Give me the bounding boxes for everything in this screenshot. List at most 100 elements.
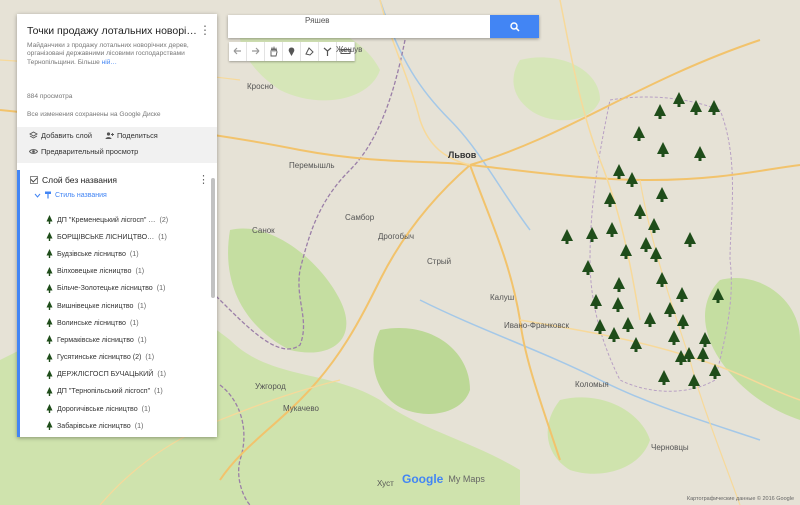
redo-button[interactable]	[247, 42, 265, 61]
google-my-maps-logo: Google My Maps	[402, 472, 485, 486]
layer-style-label: Стиль названия	[55, 191, 107, 199]
list-item[interactable]: Вілховецьке лісництво (1)	[46, 263, 216, 280]
list-item-label: Дорогичівське лісництво	[57, 404, 138, 413]
list-item[interactable]: ДП "Тернопільський лісгосп" (1)	[46, 383, 216, 400]
list-item[interactable]: Дорогичівське лісництво (1)	[46, 400, 216, 417]
city-label: Дрогобыч	[378, 232, 415, 241]
add-layer-label: Добавить слой	[41, 131, 93, 140]
share-person-icon	[105, 132, 114, 139]
list-item-label: ДЕРЖЛІСГОСП БУЧАЦЬКИЙ	[57, 370, 154, 379]
city-label: Санок	[252, 226, 275, 235]
layer-style-button[interactable]: Стиль названия	[34, 191, 107, 199]
more-options-icon[interactable]: ⋮	[199, 24, 211, 36]
directions-icon	[323, 47, 332, 56]
eye-icon	[29, 149, 38, 154]
layer-name[interactable]: Слой без названия	[42, 175, 117, 185]
tree-icon	[46, 404, 53, 414]
city-label: Ряшев	[305, 16, 330, 25]
list-item-count: (1)	[157, 370, 167, 379]
list-item[interactable]: Гусятинське лісництво (2) (1)	[46, 349, 216, 366]
list-item-count: (1)	[158, 232, 167, 241]
list-item-count: (2)	[159, 215, 169, 224]
list-item-label: БОРЩІВСЬКЕ ЛІСНИЦТВО…	[57, 232, 155, 241]
hand-icon	[270, 46, 278, 57]
draw-line-button[interactable]	[301, 42, 319, 61]
map-description: Майданчики з продажу лотальних новорічни…	[27, 42, 202, 67]
list-item-label: Більче-Золотецьке лісництво	[57, 284, 153, 293]
list-item[interactable]: Будзівське лісництво (1)	[46, 245, 216, 262]
chevron-down-icon	[34, 193, 41, 198]
share-label: Поделиться	[117, 131, 158, 140]
add-layer-button[interactable]: Добавить слой	[29, 131, 92, 140]
tree-icon	[46, 249, 53, 259]
list-item-count: (1)	[129, 318, 139, 327]
add-marker-button[interactable]	[283, 42, 301, 61]
list-item-count: (1)	[145, 353, 155, 362]
list-item-label: ДП "Кременецький лісгосп" …	[57, 215, 156, 224]
list-item[interactable]: Забарівське лісництво (1)	[46, 417, 216, 434]
tree-icon	[46, 369, 53, 379]
share-button[interactable]: Поделиться	[105, 131, 158, 140]
list-item-label: ДП "Тернопільський лісгосп"	[57, 387, 151, 396]
list-item-count: (1)	[129, 249, 139, 258]
directions-button[interactable]	[319, 42, 337, 61]
search-input[interactable]	[228, 15, 490, 38]
pan-button[interactable]	[265, 42, 283, 61]
city-label: Кросно	[247, 82, 274, 91]
tree-icon	[46, 215, 53, 225]
list-item-label: Будзівське лісництво	[57, 249, 126, 258]
city-label: Перемышль	[289, 161, 335, 170]
redo-icon	[252, 47, 260, 55]
layer-header[interactable]: Слой без названия	[30, 175, 117, 185]
layer-options-icon[interactable]: ⋮	[198, 173, 209, 186]
polygon-icon	[305, 47, 314, 56]
search-box	[228, 15, 539, 38]
preview-button[interactable]: Предварительный просмотр	[29, 147, 138, 156]
marker-icon	[288, 47, 295, 56]
city-label: Самбор	[345, 213, 375, 222]
list-item[interactable]: Гермаківське лісництво (1)	[46, 331, 216, 348]
list-item-label: Вишнівецьке лісництво	[57, 301, 134, 310]
list-item[interactable]: ДП "Кременецький лісгосп" … (2)	[46, 211, 216, 228]
tree-icon	[46, 266, 53, 276]
list-item-label: Гусятинське лісництво (2)	[57, 353, 142, 362]
logo-google: Google	[402, 472, 444, 486]
list-item[interactable]: ДЕРЖЛІСГОСП БУЧАЦЬКИЙ (1)	[46, 366, 216, 383]
city-label: Калуш	[490, 293, 515, 302]
paint-roller-icon	[45, 191, 51, 199]
tree-icon	[46, 335, 53, 345]
layer-section: Слой без названия ⋮ Стиль названия ДП "К…	[17, 170, 217, 437]
map-copyright: Картографические данные © 2016 Google	[686, 496, 794, 502]
list-item-count: (1)	[134, 421, 144, 430]
preview-label: Предварительный просмотр	[41, 147, 139, 156]
city-label: Стрый	[427, 257, 452, 266]
undo-button[interactable]	[229, 42, 247, 61]
search-button[interactable]	[490, 15, 539, 38]
list-item[interactable]: Заповецьке лісництво(1)	[46, 434, 216, 437]
logo-my-maps: My Maps	[448, 474, 485, 484]
list-item[interactable]: Вишнівецьке лісництво (1)	[46, 297, 216, 314]
list-item-count: (1)	[141, 404, 151, 413]
list-item[interactable]: Волинське лісництво (1)	[46, 314, 216, 331]
tree-icon	[46, 232, 53, 242]
list-item-count: (1)	[154, 387, 163, 396]
map-legend-panel: Точки продажу лотальних новорічн… ⋮ Майд…	[17, 14, 217, 437]
undo-icon	[233, 47, 241, 55]
city-label: Коломыя	[575, 380, 609, 389]
list-item-count: (1)	[137, 335, 147, 344]
list-item-label: Забарівське лісництво	[57, 421, 131, 430]
layer-visibility-checkbox[interactable]	[30, 176, 38, 184]
panel-scrollbar[interactable]	[211, 178, 215, 298]
city-label: Черновцы	[651, 443, 689, 452]
map-title[interactable]: Точки продажу лотальних новорічн…	[27, 25, 197, 37]
location-list: ДП "Кременецький лісгосп" … (2) БОРЩІВСЬКЕ…	[46, 211, 216, 437]
description-more-link[interactable]: ній…	[102, 59, 117, 66]
tree-icon	[46, 301, 53, 311]
tree-icon	[46, 386, 53, 396]
panel-actions: Добавить слой Поделиться Предварительный…	[17, 127, 217, 163]
save-status: Все изменения сохранены на Google Диске	[27, 111, 161, 118]
list-item[interactable]: БОРЩІВСЬКЕ ЛІСНИЦТВО… (1)	[46, 228, 216, 245]
city-label: Львов	[448, 150, 477, 160]
city-label: Ужгород	[255, 382, 286, 391]
list-item[interactable]: Більче-Золотецьке лісництво (1)	[46, 280, 216, 297]
